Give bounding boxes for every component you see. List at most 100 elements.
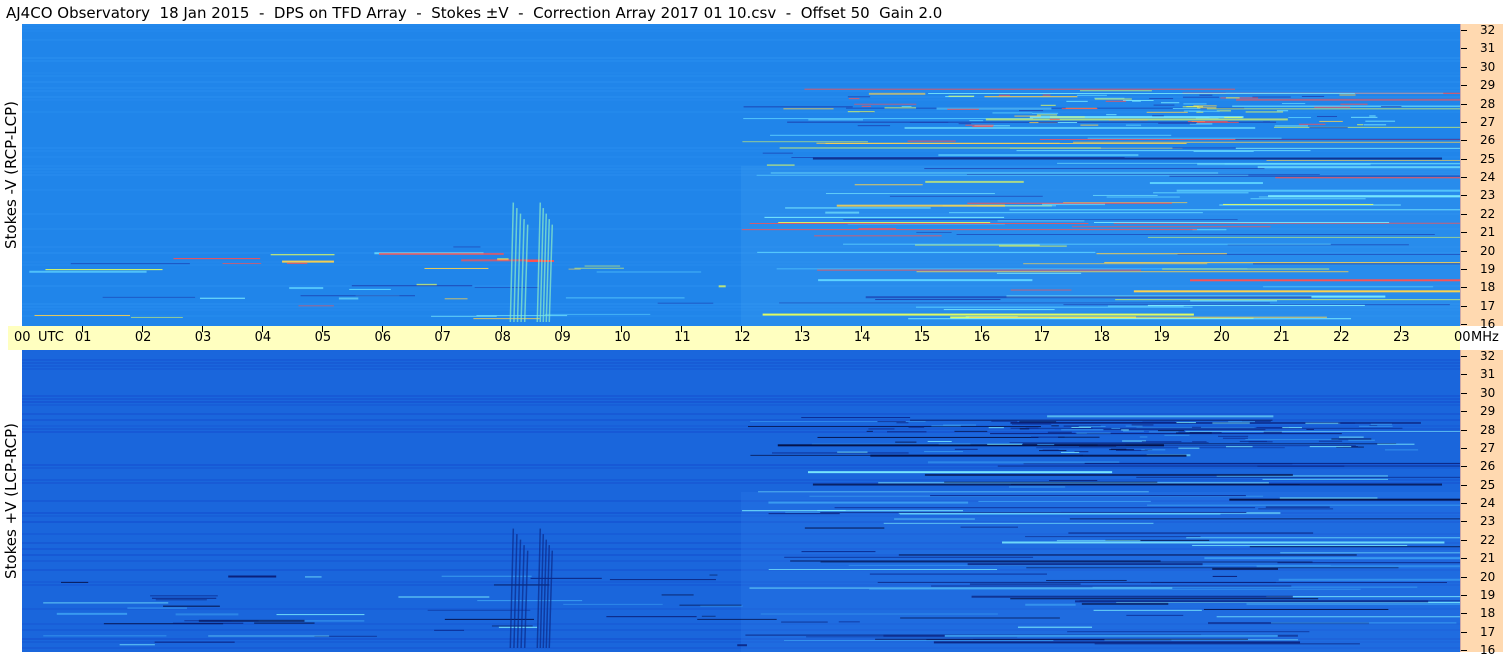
- interference-line: [1186, 106, 1199, 108]
- time-tick-label: 15: [913, 330, 931, 345]
- top-freq-label: 28: [1480, 96, 1496, 111]
- interference-line: [958, 123, 972, 125]
- interference-line: [119, 644, 155, 646]
- interference-line: [908, 426, 925, 428]
- background-band: [22, 81, 1460, 83]
- interference-line: [1266, 596, 1460, 598]
- interference-line: [102, 296, 196, 298]
- interference-line: [987, 443, 1023, 445]
- interference-line: [1078, 426, 1106, 428]
- interference-band-25mhz: [812, 157, 1443, 160]
- interference-line: [838, 621, 860, 623]
- interference-line: [1042, 94, 1051, 96]
- interference-line: [948, 212, 1203, 214]
- interference-line: [1339, 436, 1364, 438]
- interference-line: [1281, 103, 1306, 105]
- interference-line: [1106, 196, 1180, 198]
- interference-line: [276, 614, 365, 616]
- interference-line: [1209, 117, 1224, 119]
- interference-line: [743, 106, 853, 108]
- interference-line: [1149, 445, 1356, 447]
- interference-line: [657, 302, 714, 304]
- interference-line: [965, 124, 994, 126]
- interference-line: [568, 268, 581, 270]
- interference-line: [1011, 423, 1052, 425]
- bottom-freq-label: 17: [1480, 624, 1496, 639]
- interference-line: [1162, 268, 1330, 270]
- utc-label: UTC: [38, 330, 64, 345]
- interference-line: [1235, 147, 1460, 149]
- interference-line: [1192, 441, 1207, 443]
- interference-line: [1340, 103, 1368, 105]
- interference-line: [807, 471, 1113, 474]
- interference-line: [820, 511, 1247, 513]
- interference-line: [1092, 194, 1158, 196]
- bottom-panel-ylabel: Stokes +V (LCP-RCP): [1, 350, 21, 652]
- interference-line: [1204, 557, 1460, 560]
- interference-line: [1176, 432, 1212, 434]
- interference-line: [938, 154, 1139, 157]
- background-band: [22, 362, 1460, 364]
- bottom-freq-label: 20: [1480, 569, 1496, 584]
- interference-line: [816, 142, 1060, 144]
- interference-line: [944, 634, 1278, 637]
- interference-line: [1097, 444, 1126, 446]
- bottom-freq-label: 16: [1480, 643, 1496, 657]
- bottom-panel-ylabel-text: Stokes +V (LCP-RCP): [2, 423, 20, 579]
- background-band: [22, 111, 1460, 113]
- top-freq-tick: [1461, 103, 1467, 105]
- interference-line: [1246, 603, 1460, 606]
- time-tick-label: 19: [1153, 330, 1170, 345]
- interference-line: [175, 613, 239, 616]
- interference-line: [907, 140, 956, 142]
- interference-line: [768, 501, 969, 504]
- interference-line: [424, 267, 489, 269]
- top-freq-label: 30: [1480, 59, 1496, 74]
- interference-line: [1057, 122, 1078, 124]
- interference-line: [1232, 105, 1460, 107]
- mhz-label: MHz: [1471, 330, 1499, 345]
- interference-line: [785, 207, 931, 209]
- time-tick-label: 14: [853, 330, 871, 345]
- interference-line: [1278, 578, 1460, 581]
- interference-line: [1147, 236, 1460, 238]
- interference-line: [29, 270, 147, 273]
- interference-line: [1183, 103, 1207, 105]
- interference-line: [1314, 106, 1351, 108]
- interference-line: [1377, 443, 1415, 445]
- top-freq-label: 24: [1480, 170, 1496, 184]
- interference-line: [1339, 94, 1356, 96]
- interference-line: [1158, 430, 1185, 432]
- interference-line: [1104, 262, 1460, 264]
- interference-line: [1190, 300, 1278, 302]
- top-panel-ylabel: Stokes -V (RCP-LCP): [1, 24, 21, 326]
- interference-line: [770, 134, 1172, 136]
- interference-line: [1009, 486, 1066, 488]
- background-band: [22, 75, 1460, 77]
- interference-line: [1266, 159, 1460, 161]
- top-freq-tick: [1461, 232, 1467, 234]
- interference-line: [172, 622, 244, 624]
- interference-line: [1147, 504, 1460, 506]
- interference-line: [1069, 518, 1460, 520]
- interference-line: [930, 495, 1246, 497]
- interference-line: [933, 641, 1301, 644]
- interference-line: [184, 620, 232, 622]
- interference-line: [1141, 441, 1182, 443]
- time-axis: 00 UTC MHz 00 01 02 03 04 05 06 07 08 09 10 11 12 13…: [8, 326, 1499, 350]
- background-band: [22, 425, 1460, 427]
- interference-line: [1306, 428, 1314, 430]
- interference-line: [1038, 121, 1060, 123]
- interference-line: [931, 585, 1292, 587]
- interference-line: [998, 94, 1011, 96]
- interference-line: [379, 252, 504, 255]
- interference-line: [1348, 439, 1375, 441]
- bottom-freq-tick: [1461, 521, 1467, 523]
- interference-line: [1152, 115, 1164, 117]
- interference-line: [820, 561, 1313, 563]
- interference-line: [868, 92, 926, 95]
- interference-line: [843, 219, 1238, 221]
- interference-line: [1136, 476, 1460, 478]
- interference-line: [818, 279, 1033, 282]
- interference-line: [1176, 189, 1460, 192]
